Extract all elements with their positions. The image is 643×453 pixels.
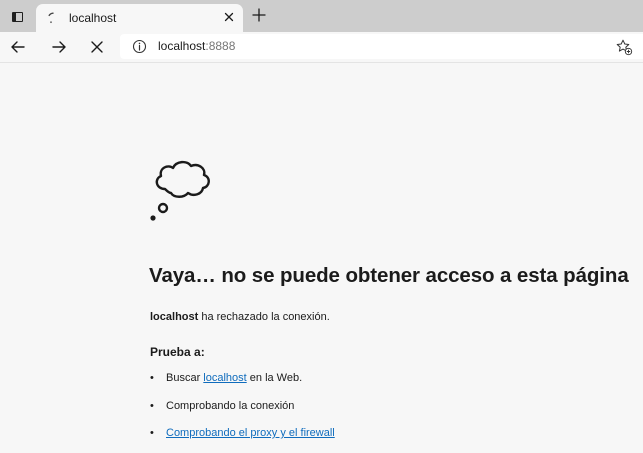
browser-toolbar: localhost:8888 xyxy=(0,32,643,63)
stop-button[interactable] xyxy=(88,38,106,56)
suggestion-search-prefix: Buscar xyxy=(166,372,204,384)
error-reason: localhost ha rechazado la conexión. xyxy=(150,311,330,323)
url-port: :8888 xyxy=(205,39,236,53)
suggestion-search-suffix: en la Web. xyxy=(246,372,303,384)
tab-actions-icon xyxy=(11,12,23,22)
suggestion-check-connection-text: Comprobando la conexión xyxy=(166,400,295,412)
error-heading: Vaya… no se puede obtener acceso a esta … xyxy=(149,264,629,287)
browser-tab[interactable]: localhost xyxy=(36,4,243,32)
thought-cloud-icon xyxy=(150,160,210,221)
info-icon[interactable] xyxy=(132,39,147,54)
suggestion-check-connection: • Comprobando la conexión xyxy=(150,400,294,412)
address-bar[interactable]: localhost:8888 xyxy=(120,34,643,59)
reason-host: localhost xyxy=(150,311,199,323)
suggestions-title: Prueba a: xyxy=(150,345,205,359)
url-host: localhost xyxy=(158,39,206,53)
check-proxy-firewall-link[interactable]: Comprobando el proxy y el firewall xyxy=(166,427,335,439)
forward-button[interactable] xyxy=(50,38,68,56)
tab-strip: localhost xyxy=(0,0,643,32)
tab-actions-button[interactable] xyxy=(6,6,28,28)
close-icon[interactable] xyxy=(222,10,236,24)
bullet: • xyxy=(150,427,154,439)
star-add-icon[interactable] xyxy=(615,38,633,56)
new-tab-button[interactable] xyxy=(251,7,267,23)
suggestion-search: • Buscar localhost en la Web. xyxy=(150,372,302,384)
bullet: • xyxy=(150,372,154,384)
url-text[interactable]: localhost:8888 xyxy=(158,39,235,53)
bullet: • xyxy=(150,400,154,412)
suggestion-check-proxy: • Comprobando el proxy y el firewall xyxy=(150,427,335,439)
loading-spinner-icon xyxy=(48,12,54,24)
search-localhost-link[interactable]: localhost xyxy=(203,372,246,384)
tab-title: localhost xyxy=(69,11,117,25)
reason-text: ha rechazado la conexión. xyxy=(198,311,330,323)
back-button[interactable] xyxy=(9,38,27,56)
